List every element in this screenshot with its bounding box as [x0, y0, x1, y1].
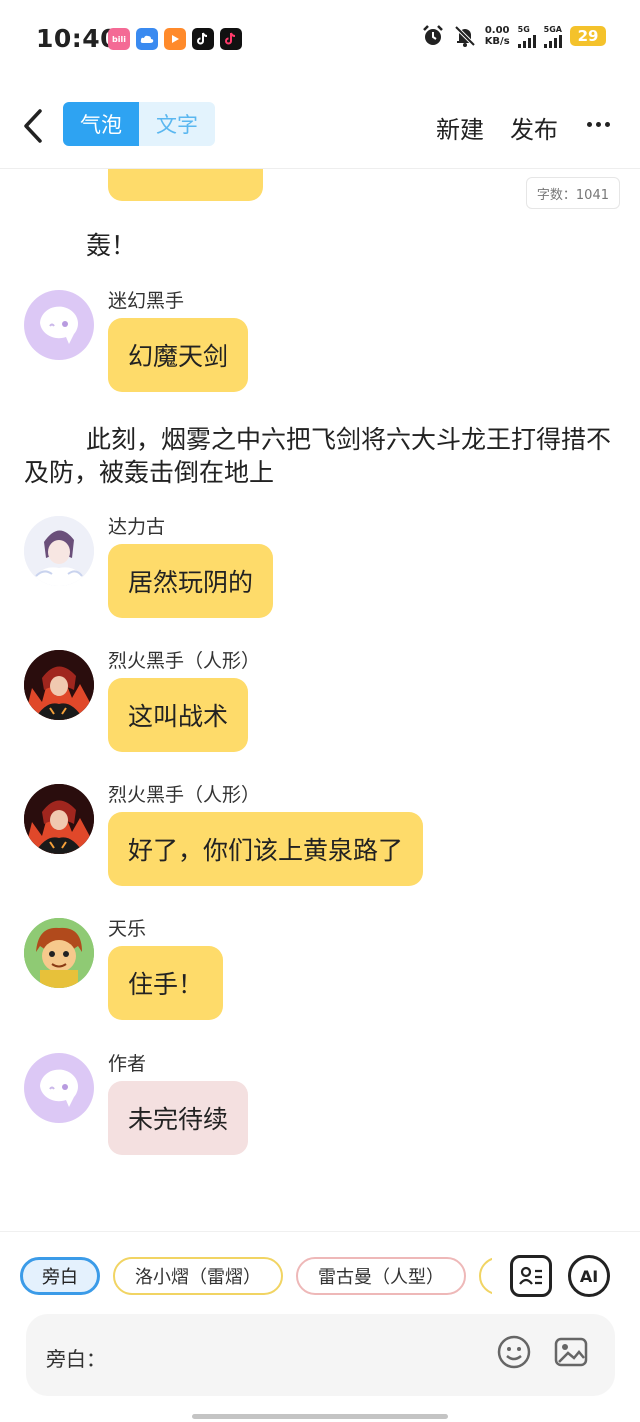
battery-indicator: 29	[570, 26, 606, 46]
signal-1: 5G	[517, 24, 536, 48]
narration-text[interactable]: 轰！	[24, 229, 612, 262]
contact-card-icon	[519, 1266, 542, 1285]
tiktok-icon	[220, 28, 242, 50]
message-bubble[interactable]: 这叫战术	[108, 678, 249, 752]
message-bubble[interactable]: 未完待续	[108, 1081, 249, 1155]
home-indicator[interactable]	[192, 1414, 448, 1419]
role-chips[interactable]: 旁白 洛小熠（雷熠） 雷古曼（人型）	[20, 1257, 492, 1295]
role-chip[interactable]: 雷古曼（人型）	[296, 1257, 466, 1295]
chat-area[interactable]: 字数：1041 轰！ 迷幻黑手 幻魔天剑 此刻，烟雾之中六把飞剑将六大斗龙王打得…	[0, 169, 640, 1231]
status-bar: 10:40 bili 0.00 KB/s 5G 5GA 29	[0, 0, 640, 80]
publish-button[interactable]: 发布	[510, 110, 558, 145]
message-bubble[interactable]: 居然玩阴的	[108, 544, 274, 618]
avatar[interactable]	[24, 650, 94, 720]
narration-text[interactable]: 此刻，烟雾之中六把飞剑将六大斗龙王打得措不及防，被轰击倒在地上	[24, 423, 612, 489]
signal-bars-icon	[517, 34, 536, 48]
network-speed-unit: KB/s	[484, 36, 510, 47]
avatar[interactable]	[24, 290, 94, 360]
sender-name: 天乐	[108, 918, 147, 940]
avatar[interactable]	[24, 784, 94, 854]
douyin-icon	[192, 28, 214, 50]
avatar[interactable]	[24, 918, 94, 988]
message-bubble[interactable]: 幻魔天剑	[108, 318, 249, 392]
mute-bell-icon	[453, 24, 477, 48]
network-speed: 0.00 KB/s	[485, 25, 510, 47]
ghost-avatar-icon	[40, 1069, 78, 1107]
word-count-badge: 字数：1041	[525, 177, 620, 209]
network-speed-value: 0.00	[484, 25, 510, 36]
back-button[interactable]	[18, 106, 48, 146]
app-screen: 10:40 bili 0.00 KB/s 5G 5GA 29 气泡 文字 新建 …	[0, 0, 640, 1422]
emoji-icon[interactable]	[495, 1333, 533, 1371]
alarm-icon	[421, 24, 445, 48]
sender-name: 烈火黑手（人形）	[108, 650, 261, 672]
message-bubble[interactable]: 好了，你们该上黄泉路了	[108, 812, 424, 886]
more-icon[interactable]	[584, 112, 612, 136]
tab-text[interactable]: 文字	[139, 102, 215, 146]
back-arrow-icon	[24, 109, 42, 143]
character-avatar-icon	[24, 784, 94, 854]
ghost-avatar-icon	[40, 306, 78, 344]
avatar[interactable]	[24, 1053, 94, 1123]
sender-name: 迷幻黑手	[108, 290, 185, 312]
nav-bar: 气泡 文字 新建 发布	[0, 88, 640, 166]
video-app-icon	[164, 28, 186, 50]
role-chip-narration[interactable]: 旁白	[20, 1257, 100, 1295]
partial-message-bubble	[108, 169, 263, 201]
ai-button-label: AI	[579, 1266, 599, 1286]
signal-2-label: 5GA	[543, 24, 562, 34]
character-avatar-icon	[24, 650, 94, 720]
signal-2: 5GA	[543, 24, 562, 48]
sender-name: 作者	[108, 1053, 147, 1075]
message-input[interactable]: 旁白：	[26, 1314, 615, 1396]
sender-name: 烈火黑手（人形）	[108, 784, 261, 806]
ai-button[interactable]: AI	[568, 1255, 610, 1297]
status-right: 0.00 KB/s 5G 5GA 29	[421, 24, 606, 48]
status-time: 10:40	[36, 24, 119, 53]
mode-switch: 气泡 文字	[63, 102, 215, 146]
role-manage-button[interactable]	[510, 1255, 552, 1297]
avatar[interactable]	[24, 516, 94, 586]
input-role-label: 旁白：	[46, 1347, 106, 1371]
new-button[interactable]: 新建	[436, 110, 484, 145]
composer: 旁白 洛小熠（雷熠） 雷古曼（人型） AI 旁白：	[0, 1231, 640, 1422]
character-avatar-icon	[24, 516, 94, 586]
signal-1-label: 5G	[517, 24, 530, 34]
sender-name: 达力古	[108, 516, 166, 538]
cartoon-avatar-icon	[24, 918, 94, 988]
message-bubble[interactable]: 住手！	[108, 946, 224, 1020]
tab-bubble[interactable]: 气泡	[63, 102, 139, 146]
status-app-icons: bili	[108, 28, 242, 50]
role-chip-partial[interactable]	[479, 1257, 492, 1295]
role-chip[interactable]: 洛小熠（雷熠）	[113, 1257, 283, 1295]
signal-bars-icon	[543, 34, 562, 48]
cloud-app-icon	[136, 28, 158, 50]
bilibili-icon: bili	[108, 28, 130, 50]
image-icon[interactable]	[552, 1333, 590, 1371]
